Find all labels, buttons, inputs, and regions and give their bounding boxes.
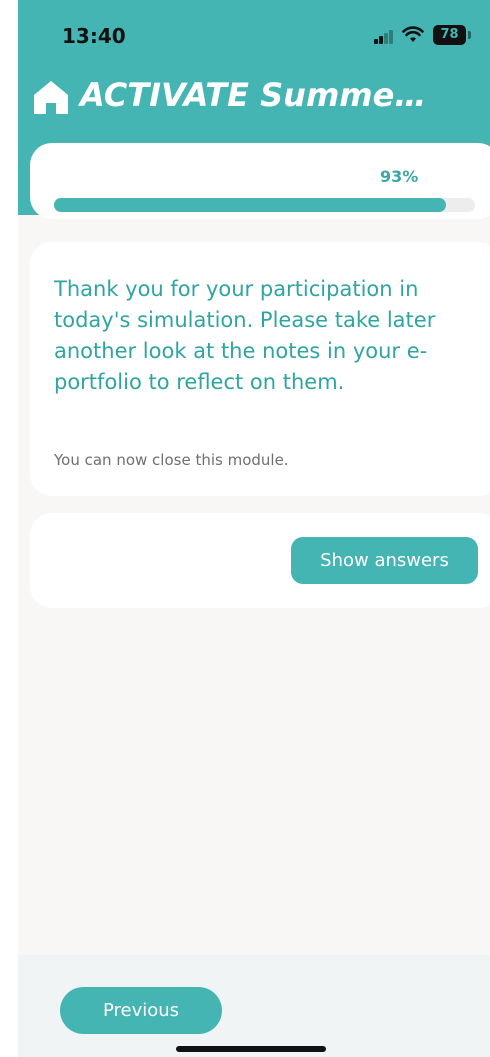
wifi-icon (402, 26, 424, 42)
progress-fill (54, 198, 446, 212)
answers-card: Show answers (30, 513, 490, 608)
progress-percent: 93% (380, 167, 419, 186)
progress-card: 93% (30, 143, 490, 219)
status-time: 13:40 (62, 24, 126, 48)
show-answers-button[interactable]: Show answers (291, 537, 478, 584)
cellular-signal-icon (374, 30, 394, 44)
close-module-hint: You can now close this module. (54, 451, 289, 469)
home-icon[interactable] (32, 78, 70, 116)
battery-nub (468, 31, 471, 39)
header: ACTIVATE Summe… (32, 76, 472, 120)
page-title: ACTIVATE Summe… (80, 76, 427, 114)
progress-track (54, 198, 475, 212)
battery-icon: 78 (433, 25, 466, 45)
message-card: Thank you for your participation in toda… (30, 242, 490, 496)
completion-message: Thank you for your participation in toda… (54, 277, 436, 394)
app-screen: 13:40 78 ACTIVATE Summe… 93% Thank you f… (0, 0, 490, 1057)
status-bar: 13:40 78 (0, 0, 490, 72)
previous-button[interactable]: Previous (60, 987, 222, 1034)
home-indicator[interactable] (176, 1046, 326, 1052)
